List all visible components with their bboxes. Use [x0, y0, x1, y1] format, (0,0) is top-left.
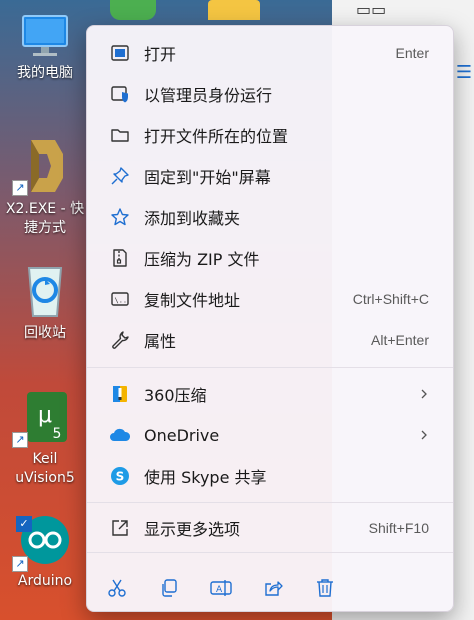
svg-text:\..: \..: [115, 297, 128, 305]
menu-item-open-file-location[interactable]: 打开文件所在的位置: [93, 117, 447, 153]
selected-checkbox-icon[interactable]: ✓: [16, 516, 32, 532]
menu-item-label: 添加到收藏夹: [144, 209, 241, 228]
chevron-right-icon: [419, 385, 429, 404]
menu-item-label: 属性: [144, 332, 177, 351]
quick-action-bar: A: [87, 570, 453, 610]
menu-item-shortcut: Alt+Enter: [371, 332, 429, 348]
desktop-icon-label: 回收站: [24, 325, 66, 341]
menu-item-label: 复制文件地址: [144, 291, 241, 310]
desktop-icon-keil[interactable]: μ 5 ↗ Keil uVision5: [0, 388, 90, 488]
svg-text:S: S: [116, 470, 125, 484]
menu-item-label: 打开: [144, 45, 177, 64]
chevron-right-icon: [419, 426, 429, 445]
hamburger-menu-icon[interactable]: ☰: [456, 62, 472, 83]
svg-text:5: 5: [53, 426, 62, 442]
share-icon: [265, 581, 283, 596]
menu-item-shortcut: Enter: [395, 45, 429, 61]
menu-item-onedrive[interactable]: OneDrive: [93, 417, 447, 453]
menu-item-label: 以管理员身份运行: [144, 86, 273, 105]
menu-item-compress-zip[interactable]: 压缩为 ZIP 文件: [93, 240, 447, 276]
shortcut-arrow-icon: ↗: [12, 432, 28, 448]
menu-item-360-compress[interactable]: 360压缩: [93, 376, 447, 412]
copy-button[interactable]: [151, 570, 187, 606]
copy-path-icon: \..: [108, 287, 132, 311]
folder-icon: [108, 123, 132, 147]
delete-button[interactable]: [307, 570, 343, 606]
desktop-icon-label: X2.EXE - 快捷方式: [5, 201, 85, 236]
partial-desktop-icon: [110, 0, 156, 20]
desktop-icon-label: 我的电脑: [17, 65, 73, 81]
open-window-icon: [108, 41, 132, 65]
share-button[interactable]: [255, 570, 291, 606]
skype-icon: S: [108, 464, 132, 488]
desktop-icon-recycle-bin[interactable]: 回收站: [0, 262, 90, 343]
menu-item-label: OneDrive: [144, 425, 220, 445]
menu-item-label: 显示更多选项: [144, 520, 241, 539]
desktop: 我的电脑 ↗ X2.EXE - 快捷方式 回收站 μ 5 ↗ Keil uVisi…: [0, 0, 90, 620]
menu-item-properties[interactable]: 属性 Alt+Enter: [93, 322, 447, 358]
desktop-icon-arduino[interactable]: ✓ ↗ Arduino: [0, 512, 90, 591]
menu-separator: [87, 502, 453, 503]
admin-shield-icon: [108, 82, 132, 106]
menu-item-show-more-options[interactable]: 显示更多选项 Shift+F10: [93, 510, 447, 546]
shortcut-arrow-icon: ↗: [12, 556, 28, 572]
menu-separator: [87, 367, 453, 368]
svg-text:μ: μ: [38, 403, 52, 428]
cut-icon: [108, 579, 126, 597]
more-options-icon: [108, 516, 132, 540]
cut-button[interactable]: [99, 570, 135, 606]
desktop-icon-label: Keil uVision5: [15, 451, 75, 486]
svg-text:A: A: [216, 585, 223, 595]
menu-item-label: 打开文件所在的位置: [144, 127, 289, 146]
recycle-bin-icon: [27, 267, 63, 317]
menu-item-label: 使用 Skype 共享: [144, 468, 267, 487]
pin-icon: [108, 164, 132, 188]
menu-item-label: 压缩为 ZIP 文件: [144, 250, 260, 269]
delete-icon: [317, 579, 333, 597]
menu-item-share-skype[interactable]: S 使用 Skype 共享: [93, 458, 447, 494]
desktop-icon-x2[interactable]: ↗ X2.EXE - 快捷方式: [0, 136, 90, 238]
desktop-icon-my-computer[interactable]: 我的电脑: [0, 10, 90, 83]
menu-item-label: 固定到"开始"屏幕: [144, 168, 271, 187]
wrench-icon: [108, 328, 132, 352]
partial-folder-icon: [208, 0, 260, 20]
onedrive-icon: [108, 423, 132, 447]
context-menu: 打开 Enter 以管理员身份运行 打开文件所在的位置 固定到"开始"屏幕 添加…: [86, 25, 454, 612]
shortcut-arrow-icon: ↗: [12, 180, 28, 196]
rename-icon: A: [210, 580, 232, 596]
copy-icon: [162, 579, 177, 597]
star-icon: [108, 205, 132, 229]
menu-item-shortcut: Ctrl+Shift+C: [352, 291, 429, 307]
menu-item-open[interactable]: 打开 Enter: [93, 35, 447, 71]
menu-item-shortcut: Shift+F10: [368, 520, 429, 536]
menu-item-run-as-admin[interactable]: 以管理员身份运行: [93, 76, 447, 112]
menu-item-pin-to-start[interactable]: 固定到"开始"屏幕: [93, 158, 447, 194]
menu-item-copy-file-path[interactable]: \.. 复制文件地址 Ctrl+Shift+C: [93, 281, 447, 317]
menu-item-label: 360压缩: [144, 386, 207, 405]
desktop-icon-label: Arduino: [17, 573, 73, 589]
monitor-icon: [22, 15, 68, 56]
360-zip-icon: [108, 382, 132, 406]
menu-separator: [87, 552, 453, 553]
rename-button[interactable]: A: [203, 570, 239, 606]
zip-icon: [108, 246, 132, 270]
menu-item-add-to-favorites[interactable]: 添加到收藏夹: [93, 199, 447, 235]
